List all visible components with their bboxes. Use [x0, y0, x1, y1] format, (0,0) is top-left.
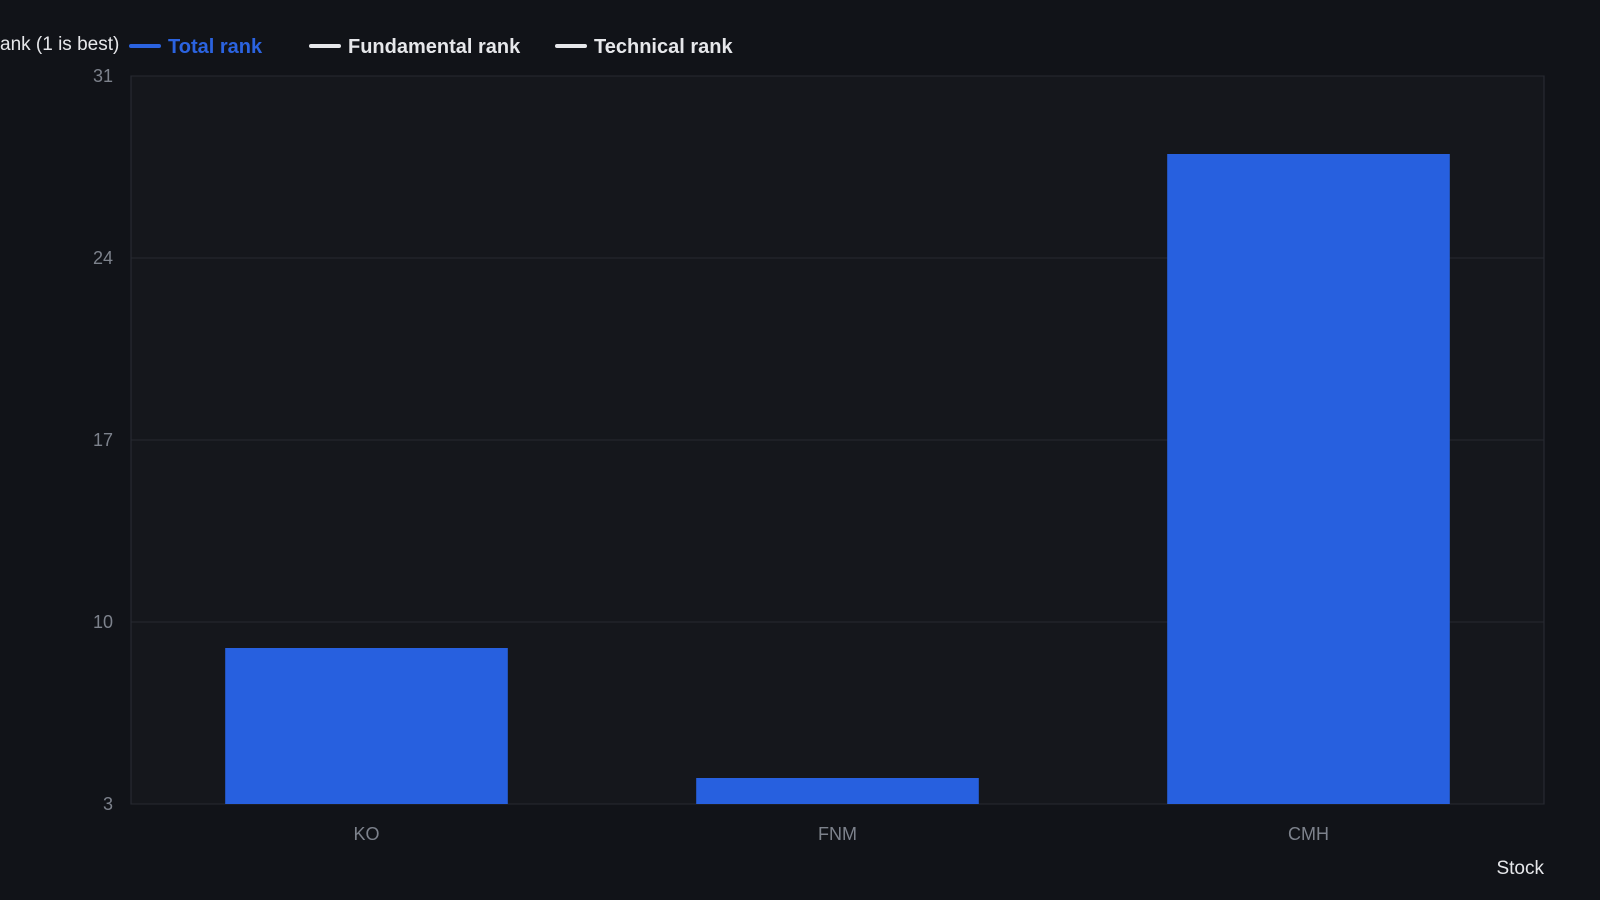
legend-label: Technical rank [594, 36, 733, 58]
y-tick-label: 24 [93, 248, 113, 268]
x-axis-title: Stock [1496, 858, 1544, 879]
x-axis-ticks: KO FNM CMH [353, 824, 1329, 844]
legend-item-fundamental-rank[interactable]: Fundamental rank [309, 36, 521, 58]
bar-fnm[interactable] [696, 778, 979, 804]
bar-chart: 3 10 17 24 31 KO FNM CMH ank (1 is best) Stock… [0, 34, 1545, 879]
legend-item-technical-rank[interactable]: Technical rank [555, 36, 733, 58]
legend-label: Total rank [168, 36, 263, 58]
y-axis-title: ank (1 is best) [0, 34, 119, 55]
legend-label: Fundamental rank [348, 36, 521, 58]
chart-container: 3 10 17 24 31 KO FNM CMH ank (1 is best) Stock… [0, 0, 1600, 900]
x-tick-label: KO [353, 824, 379, 844]
y-tick-label: 10 [93, 612, 113, 632]
x-tick-label: CMH [1288, 824, 1329, 844]
y-tick-label: 3 [103, 794, 113, 814]
bar-cmh[interactable] [1167, 154, 1450, 804]
x-tick-label: FNM [818, 824, 857, 844]
y-axis-ticks: 3 10 17 24 31 [93, 66, 113, 814]
y-tick-label: 17 [93, 430, 113, 450]
legend-item-total-rank[interactable]: Total rank [129, 36, 263, 58]
bar-ko[interactable] [225, 648, 508, 804]
legend: Total rank Fundamental rank Technical rank [129, 36, 733, 58]
y-tick-label: 31 [93, 66, 113, 86]
